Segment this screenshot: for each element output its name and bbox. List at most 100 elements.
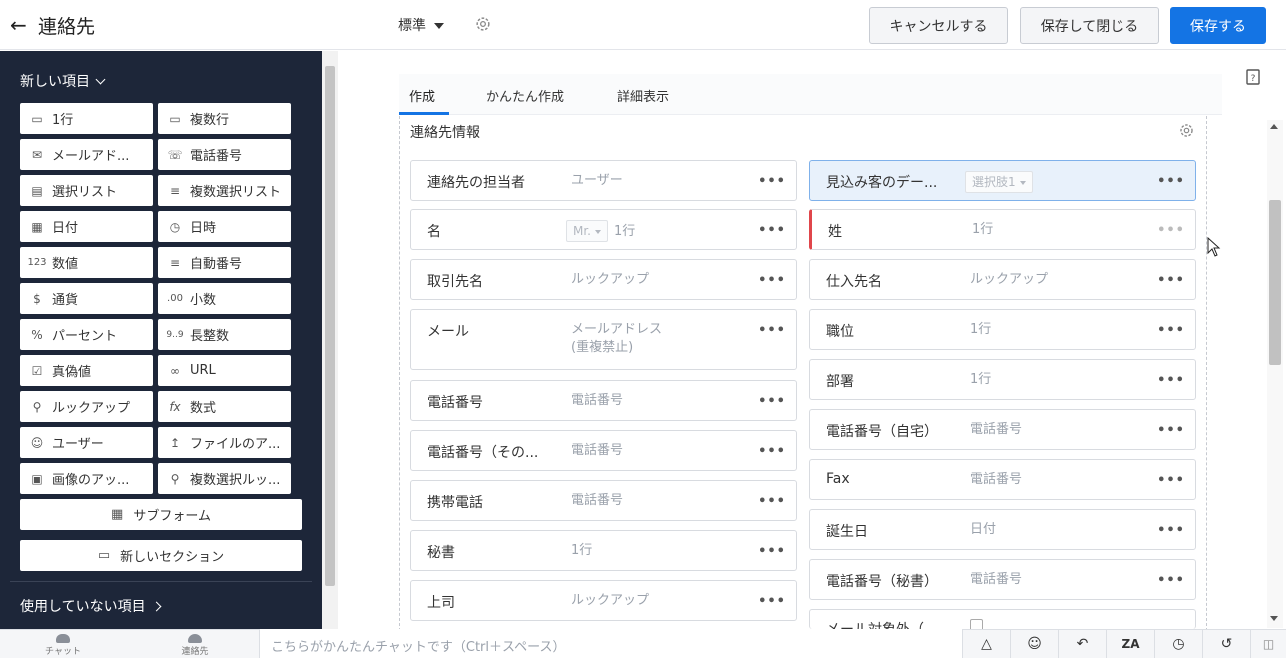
layout-select[interactable]: 標準 xyxy=(398,15,444,35)
field-multi-lookup[interactable]: ⚲ 複数選択ルッ... xyxy=(158,463,291,494)
field-decimal[interactable]: .00 小数 xyxy=(158,283,291,314)
help-doc-icon[interactable]: ? xyxy=(1246,69,1260,85)
field-email[interactable]: メール メールアドレス (重複禁止) ••• xyxy=(410,309,797,370)
field-title[interactable]: 職位 1行 ••• xyxy=(809,309,1196,350)
field-label: 名 xyxy=(427,224,441,240)
undo-button[interactable]: ↶ xyxy=(1058,629,1106,658)
tab-create[interactable]: 作成 xyxy=(409,86,435,105)
field-long-integer[interactable]: 9..9 長整数 xyxy=(158,319,291,350)
field-user[interactable]: ☺ ユーザー xyxy=(20,427,153,458)
field-fax[interactable]: Fax 電話番号 ••• xyxy=(809,459,1196,500)
field-label: 連絡先の担当者 xyxy=(427,175,525,191)
scroll-up-icon[interactable] xyxy=(1270,124,1278,129)
field-currency[interactable]: $ 通貨 xyxy=(20,283,153,314)
save-button[interactable]: 保存する xyxy=(1170,7,1266,44)
announcement-button[interactable]: △ xyxy=(962,629,1010,658)
more-icon[interactable]: ••• xyxy=(758,494,786,509)
field-type: 電話番号 xyxy=(970,472,1023,487)
field-phone[interactable]: ☏ 電話番号 xyxy=(158,139,291,170)
back-arrow-icon[interactable]: ← xyxy=(10,13,27,37)
history-button[interactable]: ↺ xyxy=(1202,629,1250,658)
more-icon[interactable]: ••• xyxy=(758,223,786,238)
more-icon[interactable]: ••• xyxy=(1157,223,1185,238)
section-gear-icon[interactable] xyxy=(1178,122,1195,139)
more-icon[interactable]: ••• xyxy=(758,273,786,288)
field-formula[interactable]: fx 数式 xyxy=(158,391,291,422)
field-picklist[interactable]: ▤ 選択リスト xyxy=(20,175,153,206)
field-file-upload[interactable]: ↥ ファイルのア... xyxy=(158,427,291,458)
field-image-upload[interactable]: ▣ 画像のアッ... xyxy=(20,463,153,494)
more-icon[interactable]: ••• xyxy=(758,394,786,409)
alarm-button[interactable]: ◷ xyxy=(1154,629,1202,658)
sidebar-scrollbar-thumb[interactable] xyxy=(325,66,335,586)
field-multiselect[interactable]: ≡ 複数選択リスト xyxy=(158,175,291,206)
field-boolean[interactable]: ☑ 真偽値 xyxy=(20,355,153,386)
more-icon[interactable]: ••• xyxy=(1157,473,1185,488)
trash-button[interactable]: ◫ xyxy=(1250,629,1286,658)
unused-items-toggle[interactable]: 使用していない項目 xyxy=(20,596,162,616)
save-and-close-button[interactable]: 保存して閉じる xyxy=(1020,7,1159,44)
field-date[interactable]: ▦ 日付 xyxy=(20,211,153,242)
quick-chat-input[interactable]: こちらがかんたんチャットです（Ctrl＋スペース） xyxy=(259,629,962,658)
field-label: 電話番号 xyxy=(190,149,243,164)
more-icon[interactable]: ••• xyxy=(758,444,786,459)
gear-icon[interactable] xyxy=(474,15,492,33)
field-vendor-name[interactable]: 仕入先名 ルックアップ ••• xyxy=(809,259,1196,300)
smart-chat-button[interactable]: ☺ xyxy=(1010,629,1058,658)
more-icon[interactable]: ••• xyxy=(1157,323,1185,338)
field-contact-owner[interactable]: 連絡先の担当者 ユーザー ••• xyxy=(410,160,797,201)
field-url[interactable]: ∞ URL xyxy=(158,355,291,386)
trash-icon: ◫ xyxy=(1262,636,1275,651)
field-department[interactable]: 部署 1行 ••• xyxy=(809,359,1196,400)
field-manager[interactable]: 上司 ルックアップ ••• xyxy=(410,580,797,621)
field-last-name[interactable]: 姓 1行 ••• xyxy=(809,209,1196,250)
more-icon[interactable]: ••• xyxy=(758,323,786,338)
picklist-preview: 選択肢1 xyxy=(965,171,1033,193)
chat-tab[interactable]: チャット xyxy=(33,634,93,657)
field-multi-line[interactable]: ▭ 複数行 xyxy=(158,103,291,134)
chat-label: チャット xyxy=(45,647,81,657)
tab-quick-create[interactable]: かんたん作成 xyxy=(486,86,564,105)
main-scrollbar[interactable] xyxy=(1267,120,1283,628)
field-lead-source[interactable]: 見込み客のデー... 選択肢1 ••• xyxy=(809,160,1196,201)
field-email[interactable]: ✉ メールアド... xyxy=(20,139,153,170)
more-icon[interactable]: ••• xyxy=(758,174,786,189)
more-icon[interactable]: ••• xyxy=(1157,273,1185,288)
autonumber-icon: ≡ xyxy=(169,255,181,270)
subform-button[interactable]: ▦ サブフォーム xyxy=(20,499,302,530)
field-number[interactable]: 123 数値 xyxy=(20,247,153,278)
field-home-phone[interactable]: 電話番号（自宅） 電話番号 ••• xyxy=(809,409,1196,450)
contacts-tab[interactable]: 連絡先 xyxy=(165,634,225,657)
more-icon[interactable]: ••• xyxy=(1157,423,1185,438)
more-icon[interactable]: ••• xyxy=(1157,373,1185,388)
field-first-name[interactable]: 名 Mr. 1行 ••• xyxy=(410,209,797,250)
field-autonumber[interactable]: ≡ 自動番号 xyxy=(158,247,291,278)
field-lookup[interactable]: ⚲ ルックアップ xyxy=(20,391,153,422)
more-icon[interactable]: ••• xyxy=(1157,174,1185,189)
tab-detail-view[interactable]: 詳細表示 xyxy=(617,86,669,105)
new-section-button[interactable]: ▭ 新しいセクション xyxy=(20,540,302,571)
field-percent[interactable]: % パーセント xyxy=(20,319,153,350)
field-label: 誕生日 xyxy=(826,524,868,540)
field-birthday[interactable]: 誕生日 日付 ••• xyxy=(809,509,1196,550)
scroll-down-icon[interactable] xyxy=(1270,616,1278,621)
field-single-line[interactable]: ▭ 1行 xyxy=(20,103,153,134)
more-icon[interactable]: ••• xyxy=(758,544,786,559)
field-datetime[interactable]: ◷ 日時 xyxy=(158,211,291,242)
field-secretary[interactable]: 秘書 1行 ••• xyxy=(410,530,797,571)
field-phone[interactable]: 電話番号 電話番号 ••• xyxy=(410,380,797,421)
translate-button[interactable]: ZA xyxy=(1106,629,1154,658)
field-mobile[interactable]: 携帯電話 電話番号 ••• xyxy=(410,480,797,521)
field-type: 電話番号 xyxy=(571,493,624,508)
more-icon[interactable]: ••• xyxy=(1157,573,1185,588)
calendar-icon: ▦ xyxy=(31,219,43,234)
field-phone-other[interactable]: 電話番号（その... 電話番号 ••• xyxy=(410,430,797,471)
field-account-name[interactable]: 取引先名 ルックアップ ••• xyxy=(410,259,797,300)
more-icon[interactable]: ••• xyxy=(1157,523,1185,538)
cancel-button[interactable]: キャンセルする xyxy=(869,7,1008,44)
field-secretary-phone[interactable]: 電話番号（秘書） 電話番号 ••• xyxy=(809,559,1196,600)
more-icon[interactable]: ••• xyxy=(758,594,786,609)
new-items-toggle[interactable]: 新しい項目 xyxy=(20,71,106,91)
main-scrollbar-thumb[interactable] xyxy=(1269,200,1281,365)
field-email-opt-out[interactable]: メール対象外（ xyxy=(809,609,1196,629)
